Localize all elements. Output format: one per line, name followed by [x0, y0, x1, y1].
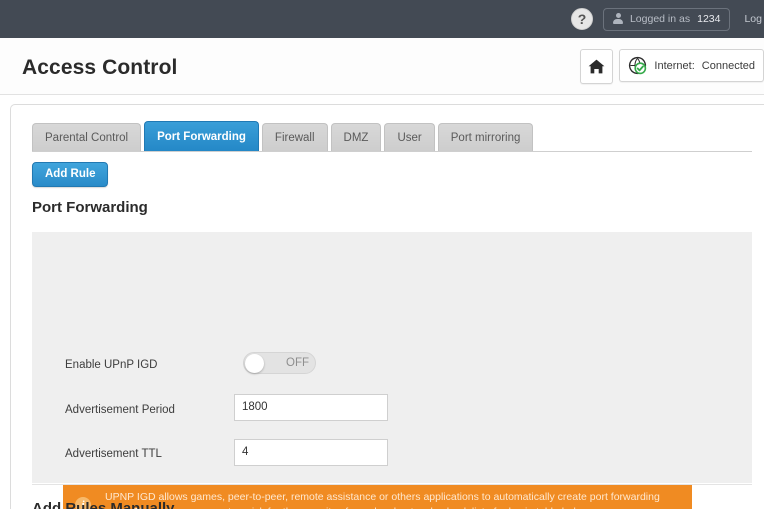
- help-icon[interactable]: ?: [570, 8, 593, 30]
- logout-link[interactable]: Log: [744, 13, 764, 25]
- tab-port-forwarding[interactable]: Port Forwarding: [144, 121, 259, 151]
- internet-status-box: Internet: Connected: [619, 49, 764, 82]
- page-title: Access Control: [22, 56, 178, 79]
- tab-bar: Parental Control Port Forwarding Firewal…: [32, 121, 536, 151]
- ttl-row: Advertisement TTL: [65, 448, 162, 460]
- tab-port-mirroring[interactable]: Port mirroring: [437, 123, 534, 151]
- home-glyph: [589, 59, 605, 74]
- top-utility-bar: ? Logged in as 1234 Log: [0, 0, 764, 38]
- upnp-settings-box: [32, 232, 752, 483]
- advertisement-period-label: Advertisement Period: [65, 404, 175, 416]
- upnp-toggle-state: OFF: [286, 357, 309, 369]
- page-header: Access Control Internet: Connected: [0, 38, 764, 95]
- tab-bar-divider: [32, 151, 752, 152]
- internet-status-value: Connected: [701, 59, 755, 72]
- add-rules-manually-title: Add Rules Manually: [32, 500, 175, 509]
- period-row: Advertisement Period: [65, 404, 175, 416]
- section-title: Port Forwarding: [32, 199, 148, 216]
- page-root: ? Logged in as 1234 Log Access Control I…: [0, 0, 764, 509]
- upnp-label: Enable UPnP IGD: [65, 359, 158, 371]
- tab-parental-control[interactable]: Parental Control: [32, 123, 142, 151]
- advertisement-ttl-input[interactable]: 4: [234, 439, 388, 466]
- upnp-toggle-track[interactable]: OFF: [243, 352, 316, 374]
- upnp-row: Enable UPnP IGD: [65, 359, 157, 371]
- tab-dmz[interactable]: DMZ: [330, 123, 382, 151]
- globe-check-icon: [628, 56, 647, 75]
- upnp-toggle[interactable]: OFF: [243, 352, 316, 374]
- tab-firewall[interactable]: Firewall: [261, 123, 328, 151]
- add-rule-button[interactable]: Add Rule: [32, 162, 109, 187]
- home-icon[interactable]: [580, 49, 614, 84]
- internet-status-label: Internet:: [654, 59, 695, 72]
- advertisement-ttl-label: Advertisement TTL: [65, 448, 162, 460]
- content-panel: Parental Control Port Forwarding Firewal…: [10, 104, 764, 509]
- logged-in-username: 1234: [697, 13, 721, 25]
- upnp-toggle-knob: [245, 353, 264, 373]
- tab-user[interactable]: User: [384, 123, 435, 151]
- advertisement-period-input[interactable]: 1800: [234, 394, 388, 421]
- header-controls: Internet: Connected: [580, 49, 764, 84]
- upnp-warning-text: UPNP IGD allows games, peer-to-peer, rem…: [105, 490, 660, 509]
- section-divider: [32, 484, 752, 485]
- logged-in-indicator[interactable]: Logged in as 1234: [602, 7, 731, 31]
- logged-in-label: Logged in as: [629, 13, 691, 25]
- user-icon: [613, 13, 624, 25]
